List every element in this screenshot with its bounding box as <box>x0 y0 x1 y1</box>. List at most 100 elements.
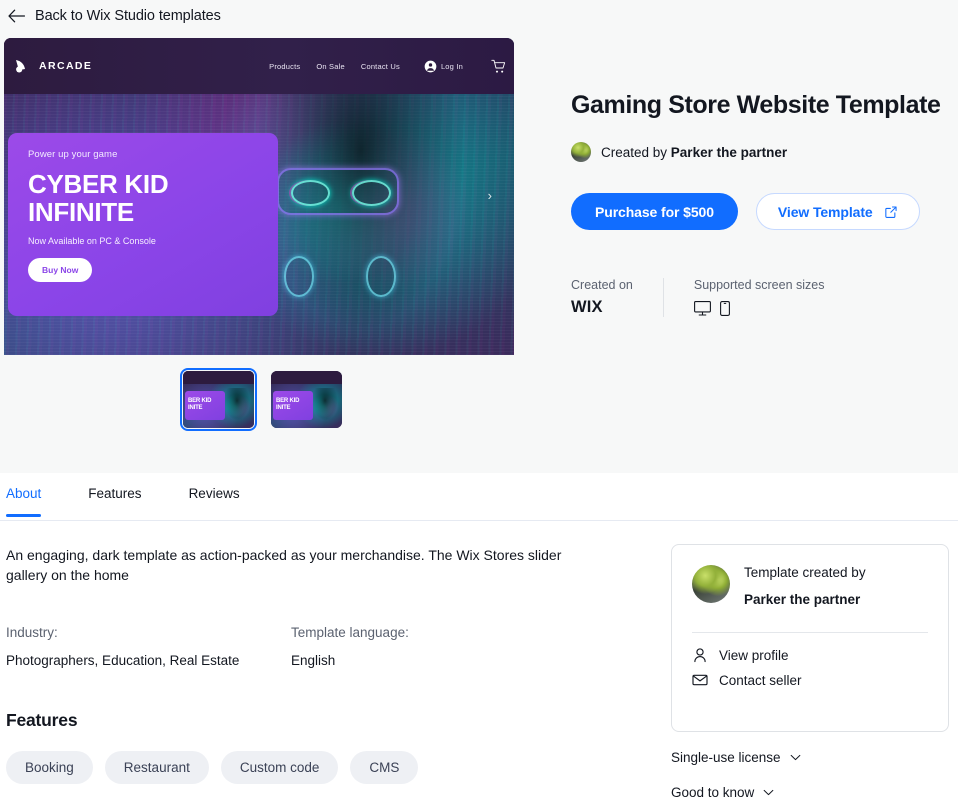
preview-hero-card: Power up your game CYBER KID INFINITE No… <box>8 133 278 316</box>
features-heading: Features <box>6 710 78 731</box>
tab-bar: About Features Reviews <box>0 484 958 519</box>
tab-reviews[interactable]: Reviews <box>189 484 260 517</box>
accordion-good-to-know[interactable]: Good to know <box>671 785 949 800</box>
supported-screens-block: Supported screen sizes <box>662 278 855 317</box>
purchase-button[interactable]: Purchase for $500 <box>571 193 738 230</box>
tab-divider <box>0 520 958 521</box>
view-profile-link[interactable]: View profile <box>692 647 928 663</box>
fact-industry-label: Industry: <box>6 625 58 641</box>
fact-language-value: English <box>291 653 336 669</box>
contact-seller-link[interactable]: Contact seller <box>692 672 928 688</box>
preview-login-label: Log In <box>440 61 463 71</box>
contact-seller-label: Contact seller <box>719 672 802 688</box>
template-detail-column: Gaming Store Website Template Created by… <box>571 90 951 317</box>
preview-hero-title-line2: INFINITE <box>28 197 134 228</box>
preview-gasmask-figure <box>243 63 479 355</box>
thumbnail-2-card: BER KID INITE <box>273 391 313 420</box>
thumbnail-2-card-line2: INITE <box>276 404 291 411</box>
preview-nav-on-sale: On Sale <box>316 61 345 71</box>
creator-row: Created by Parker the partner <box>571 142 951 162</box>
preview-thumbnail-strip: BER KID INITE BER KID INITE <box>180 368 342 431</box>
preview-hero-title: CYBER KID INFINITE <box>28 170 258 226</box>
external-link-icon <box>884 205 897 218</box>
fact-language: Template language: English <box>291 625 576 668</box>
created-on-block: Created on WIX <box>571 278 663 317</box>
thumbnail-1[interactable]: BER KID INITE <box>180 368 257 431</box>
cart-icon <box>491 59 506 73</box>
arcade-logo-icon <box>16 59 25 72</box>
seller-card-text: Template created by Parker the partner <box>744 565 866 607</box>
thumbnail-2-card-text: BER KID INITE <box>273 391 313 411</box>
template-preview-image[interactable]: ARCADE Products On Sale Contact Us Log I… <box>4 38 514 355</box>
back-to-templates-link[interactable]: Back to Wix Studio templates <box>8 0 221 32</box>
thumbnail-1-card-line2: INITE <box>188 404 203 411</box>
page-title: Gaming Store Website Template <box>571 91 941 119</box>
tab-about[interactable]: About <box>6 484 61 517</box>
seller-card: Template created by Parker the partner V… <box>671 544 949 732</box>
thumbnail-2[interactable]: BER KID INITE <box>271 371 342 428</box>
preview-hero-kicker: Power up your game <box>28 149 118 160</box>
filter-right-shape <box>365 255 397 297</box>
feature-chip-custom-code[interactable]: Custom code <box>220 751 339 785</box>
thumbnail-2-figure <box>310 388 340 424</box>
chevron-down-icon <box>790 754 800 761</box>
preview-buy-now-button: Buy Now <box>28 258 93 283</box>
preview-brand: ARCADE <box>14 58 92 75</box>
thumbnail-2-card-line1: BER KID <box>276 398 300 404</box>
preview-brand-name: ARCADE <box>39 60 93 72</box>
tab-list: About Features Reviews <box>0 484 958 517</box>
template-description: An engaging, dark template as action-pac… <box>6 547 562 584</box>
view-template-label: View Template <box>777 203 873 220</box>
preview-next-arrow-icon[interactable]: › <box>488 188 492 203</box>
template-detail-page: Back to Wix Studio templates ARCADE Prod… <box>0 0 958 802</box>
accordion-good-to-know-label: Good to know <box>671 785 755 800</box>
thumbnail-1-navbar <box>183 371 254 384</box>
preview-hero-title-line1: CYBER KID <box>28 169 169 199</box>
preview-site-navbar: ARCADE Products On Sale Contact Us Log I… <box>4 38 514 94</box>
preview-nav-contact-us: Contact Us <box>360 61 400 71</box>
view-template-button[interactable]: View Template <box>755 193 920 230</box>
seller-created-by-label: Template created by <box>744 565 866 580</box>
fact-industry-value: Photographers, Education, Real Estate <box>6 653 240 669</box>
account-icon <box>424 60 437 72</box>
arrow-left-icon <box>8 9 25 23</box>
seller-name: Parker the partner <box>744 592 861 607</box>
preview-nav-products: Products <box>269 61 301 71</box>
seller-card-header: Template created by Parker the partner <box>692 565 928 607</box>
seller-card-divider <box>692 632 928 633</box>
preview-hero-subtitle: Now Available on PC & Console <box>28 236 156 247</box>
mobile-icon <box>719 301 730 316</box>
created-on-label: Created on <box>571 278 633 292</box>
accordion-single-use-license[interactable]: Single-use license <box>671 750 949 765</box>
preview-nav-links: Products On Sale Contact Us Log In <box>269 59 506 74</box>
cta-row: Purchase for $500 View Template <box>571 193 951 230</box>
desktop-icon <box>693 301 711 316</box>
back-link-label: Back to Wix Studio templates <box>35 8 221 24</box>
seller-avatar <box>692 565 730 603</box>
template-facts: Industry: Photographers, Education, Real… <box>6 625 596 668</box>
user-icon <box>694 648 706 663</box>
accordion-single-use-license-label: Single-use license <box>671 750 781 765</box>
meta-row: Created on WIX Supported screen sizes <box>571 278 951 317</box>
supported-screens-label: Supported screen sizes <box>693 278 825 292</box>
creator-name: Parker the partner <box>670 144 788 160</box>
thumbnail-1-figure <box>222 388 252 424</box>
feature-chip-restaurant[interactable]: Restaurant <box>104 751 209 785</box>
thumbnail-2-navbar <box>271 371 342 384</box>
thumbnail-1-card-text: BER KID INITE <box>185 391 225 411</box>
view-profile-label: View profile <box>719 647 789 663</box>
thumbnail-1-card-line1: BER KID <box>188 398 212 404</box>
feature-chip-list: Booking Restaurant Custom code CMS <box>6 751 596 785</box>
envelope-icon <box>692 674 708 686</box>
accordion-list: Single-use license Good to know <box>671 750 949 802</box>
supported-screen-icons <box>693 301 825 316</box>
tab-features[interactable]: Features <box>88 484 161 517</box>
filter-left-shape <box>283 255 315 297</box>
feature-chip-booking[interactable]: Booking <box>6 751 93 785</box>
fact-industry: Industry: Photographers, Education, Real… <box>6 625 291 668</box>
preview-login: Log In <box>424 60 463 73</box>
created-on-value: WIX <box>571 298 603 316</box>
creator-text: Created by Parker the partner <box>601 145 787 160</box>
avatar <box>571 142 591 162</box>
feature-chip-cms[interactable]: CMS <box>350 751 419 785</box>
